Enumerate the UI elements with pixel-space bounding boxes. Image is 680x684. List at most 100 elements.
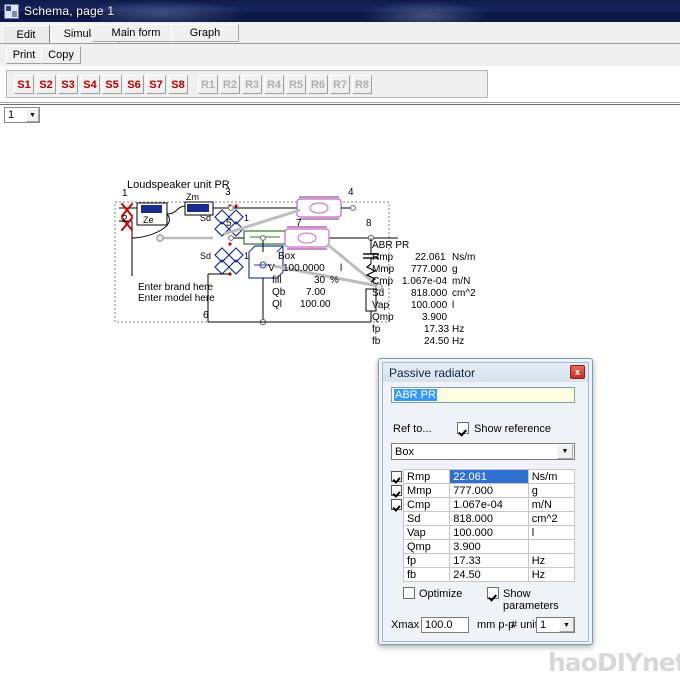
page-selector-value: 1 [5, 109, 26, 121]
reference-select-value: Box [392, 446, 557, 458]
box-row-3-value: 100.00 [300, 299, 331, 310]
optimize-checkbox[interactable] [403, 587, 415, 599]
param-name-qmp: Qmp [404, 540, 450, 554]
chevron-down-icon[interactable]: ▼ [557, 444, 573, 459]
table-row[interactable]: fp 17.33 Hz [404, 554, 575, 568]
window-titlebar: Schema, page 1 [0, 0, 680, 22]
table-row[interactable]: Vap 100.000 l [404, 526, 575, 540]
sim-button-r1[interactable]: R1 [198, 75, 218, 94]
dialog-titlebar[interactable]: Passive radiator x [383, 363, 588, 382]
button-graph[interactable]: Graph [171, 24, 239, 42]
node-label-3: 3 [225, 187, 231, 198]
page-selector[interactable]: 1 ▼ [4, 107, 40, 123]
close-icon[interactable]: x [570, 365, 585, 379]
show-parameters-label: Show parameters [503, 588, 581, 612]
units-select[interactable]: 1 ▼ [536, 617, 575, 633]
app-icon [4, 4, 19, 19]
sim-button-s4[interactable]: S4 [80, 75, 100, 94]
dialog-title-text: Passive radiator [389, 366, 475, 380]
abr-row-3-value: 818.000 [411, 288, 447, 299]
copy-button[interactable]: Copy [41, 46, 81, 64]
param-name-vap: Vap [404, 526, 450, 540]
button-main-form[interactable]: Main form [92, 24, 180, 42]
param-value-cmp[interactable]: 1.067e-04 [450, 498, 528, 512]
xmax-input[interactable]: 100.0 [421, 617, 469, 633]
node-label-6: 6 [203, 310, 209, 321]
table-row[interactable]: Qmp 3.900 [404, 540, 575, 554]
brand-placeholder-label: Enter brand here [138, 282, 213, 293]
radiator-name-value: ABR PR [394, 389, 437, 401]
abr-row-6-name: fp [372, 324, 380, 335]
abr-row-1-name: Mmp [372, 264, 394, 275]
svg-text:Ze: Ze [143, 215, 154, 225]
passive-radiator-dialog[interactable]: Passive radiator x ABR PR Ref to... Show… [378, 358, 593, 645]
box-title: Box [278, 251, 295, 262]
param-checkbox-cmp[interactable] [391, 499, 402, 510]
box-row-2-value: 7.00 [306, 287, 325, 298]
tab-strip: Edit Simulate Main form Graph [0, 22, 680, 44]
tab-edit[interactable]: Edit [2, 25, 50, 43]
chevron-down-icon[interactable]: ▼ [26, 108, 39, 122]
reference-select[interactable]: Box ▼ [391, 443, 575, 460]
table-row[interactable]: Rmp 22.061 Ns/m [404, 470, 575, 484]
sim-button-s7[interactable]: S7 [146, 75, 166, 94]
abr-row-2-unit: m/N [452, 276, 470, 287]
param-unit-sd: cm^2 [528, 512, 574, 526]
svg-text:Zm: Zm [186, 192, 199, 202]
sim-button-r8[interactable]: R8 [352, 75, 372, 94]
param-value-rmp[interactable]: 22.061 [450, 470, 528, 484]
param-unit-fb: Hz [528, 568, 574, 582]
sim-button-r5[interactable]: R5 [286, 75, 306, 94]
param-checkbox-mmp[interactable] [391, 485, 402, 496]
sim-button-r2[interactable]: R2 [220, 75, 240, 94]
sim-button-s6[interactable]: S6 [124, 75, 144, 94]
node-label-8: 8 [366, 218, 372, 229]
sim-button-s1[interactable]: S1 [14, 75, 34, 94]
sim-button-r3[interactable]: R3 [242, 75, 262, 94]
param-name-fp: fp [404, 554, 450, 568]
sim-button-r4[interactable]: R4 [264, 75, 284, 94]
table-row[interactable]: Cmp 1.067e-04 m/N [404, 498, 575, 512]
sim-button-r7[interactable]: R7 [330, 75, 350, 94]
param-value-fb[interactable]: 24.50 [450, 568, 528, 582]
print-button[interactable]: Print [6, 46, 42, 64]
sim-button-s2[interactable]: S2 [36, 75, 56, 94]
table-row[interactable]: Sd 818.000 cm^2 [404, 512, 575, 526]
table-row[interactable]: Mmp 777.000 g [404, 484, 575, 498]
radiator-name-input[interactable]: ABR PR [391, 387, 575, 403]
box-row-1-unit: % [330, 275, 339, 286]
abr-row-6-unit: Hz [452, 324, 464, 335]
show-reference-checkbox[interactable] [457, 422, 469, 434]
abr-row-7-unit: Hz [452, 336, 464, 347]
param-unit-cmp: m/N [528, 498, 574, 512]
abr-row-1-unit: g [452, 264, 458, 275]
param-unit-fp: Hz [528, 554, 574, 568]
box-row-1-value: 30 [314, 275, 325, 286]
chevron-down-icon[interactable]: ▼ [559, 618, 574, 632]
sim-button-s5[interactable]: S5 [102, 75, 122, 94]
optimize-label: Optimize [419, 588, 462, 600]
parameter-table[interactable]: Rmp 22.061 Ns/m Mmp 777.000 g Cmp 1.067e… [403, 469, 575, 582]
param-value-qmp[interactable]: 3.900 [450, 540, 528, 554]
param-value-sd[interactable]: 818.000 [450, 512, 528, 526]
svg-text:Sd: Sd [200, 251, 211, 261]
abr-title: ABR PR [372, 240, 409, 251]
abr-row-0-unit: Ns/m [452, 252, 475, 263]
param-value-vap[interactable]: 100.000 [450, 526, 528, 540]
sim-button-s3[interactable]: S3 [58, 75, 78, 94]
abr-row-2-name: Cmp [372, 276, 393, 287]
horizontal-separator [0, 101, 680, 106]
box-row-0-name: V [268, 263, 275, 274]
show-parameters-checkbox[interactable] [487, 587, 499, 599]
param-value-mmp[interactable]: 777.000 [450, 484, 528, 498]
param-checkbox-rmp[interactable] [391, 471, 402, 482]
table-row[interactable]: fb 24.50 Hz [404, 568, 575, 582]
abr-row-2-value: 1.067e-04 [402, 276, 447, 287]
param-value-fp[interactable]: 17.33 [450, 554, 528, 568]
show-reference-label: Show reference [474, 423, 551, 435]
param-name-sd: Sd [404, 512, 450, 526]
sim-button-r6[interactable]: R6 [308, 75, 328, 94]
sim-button-s8[interactable]: S8 [168, 75, 188, 94]
node-label-2: 2 [122, 214, 128, 225]
abr-row-4-value: 100.000 [411, 300, 447, 311]
